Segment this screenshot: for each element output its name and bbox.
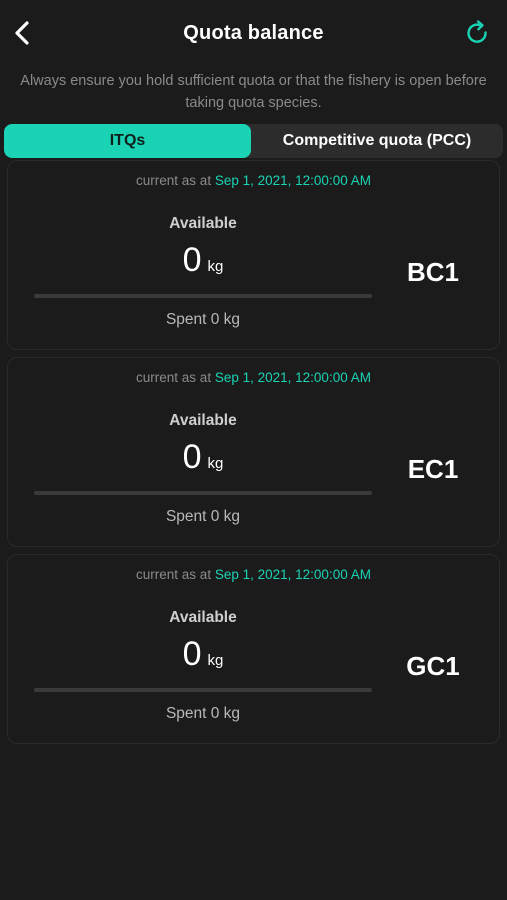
as-of-prefix: current as at — [136, 173, 212, 188]
available-unit: kg — [207, 258, 224, 275]
available-unit: kg — [207, 455, 224, 472]
app-header: Quota balance — [0, 0, 507, 70]
quota-progress-bar — [34, 491, 372, 495]
as-of-text: current as at Sep 1, 2021, 12:00:00 AM — [8, 567, 499, 582]
tab-itqs[interactable]: ITQs — [4, 124, 251, 158]
spent-text: Spent 0 kg — [165, 705, 241, 722]
quota-card[interactable]: current as at Sep 1, 2021, 12:00:00 AM A… — [7, 160, 500, 350]
as-of-date: Sep 1, 2021, 12:00:00 AM — [214, 173, 371, 188]
quota-card-list: current as at Sep 1, 2021, 12:00:00 AM A… — [0, 160, 507, 744]
quota-card[interactable]: current as at Sep 1, 2021, 12:00:00 AM A… — [7, 554, 500, 744]
available-unit: kg — [207, 652, 224, 669]
available-label: Available — [169, 412, 237, 429]
stock-code: GC1 — [406, 651, 460, 681]
as-of-prefix: current as at — [136, 370, 212, 385]
available-amount: 0 kg — [34, 241, 372, 280]
as-of-text: current as at Sep 1, 2021, 12:00:00 AM — [8, 370, 499, 385]
available-label: Available — [169, 215, 237, 232]
available-amount: 0 kg — [34, 635, 372, 674]
as-of-text: current as at Sep 1, 2021, 12:00:00 AM — [8, 173, 499, 188]
stock-code: BC1 — [406, 257, 459, 287]
as-of-prefix: current as at — [136, 567, 212, 582]
available-amount: 0 kg — [34, 438, 372, 477]
quota-progress-bar — [34, 294, 372, 298]
spent-text: Spent 0 kg — [165, 311, 241, 328]
tab-competitive-quota[interactable]: Competitive quota (PCC) — [251, 124, 503, 158]
refresh-icon — [465, 19, 491, 52]
as-of-date: Sep 1, 2021, 12:00:00 AM — [214, 567, 371, 582]
available-value: 0 — [182, 241, 202, 279]
refresh-button[interactable] — [463, 19, 493, 51]
available-value: 0 — [182, 438, 202, 476]
available-value: 0 — [182, 635, 202, 673]
page-title: Quota balance — [183, 22, 324, 44]
quota-notice: Always ensure you hold sufficient quota … — [20, 73, 487, 111]
as-of-date: Sep 1, 2021, 12:00:00 AM — [214, 370, 371, 385]
available-label: Available — [169, 609, 237, 626]
quota-card[interactable]: current as at Sep 1, 2021, 12:00:00 AM A… — [7, 357, 500, 547]
quota-progress-bar — [34, 688, 372, 692]
stock-code: EC1 — [407, 454, 459, 484]
spent-text: Spent 0 kg — [165, 508, 241, 525]
quota-tabs: ITQs Competitive quota (PCC) — [4, 124, 503, 158]
